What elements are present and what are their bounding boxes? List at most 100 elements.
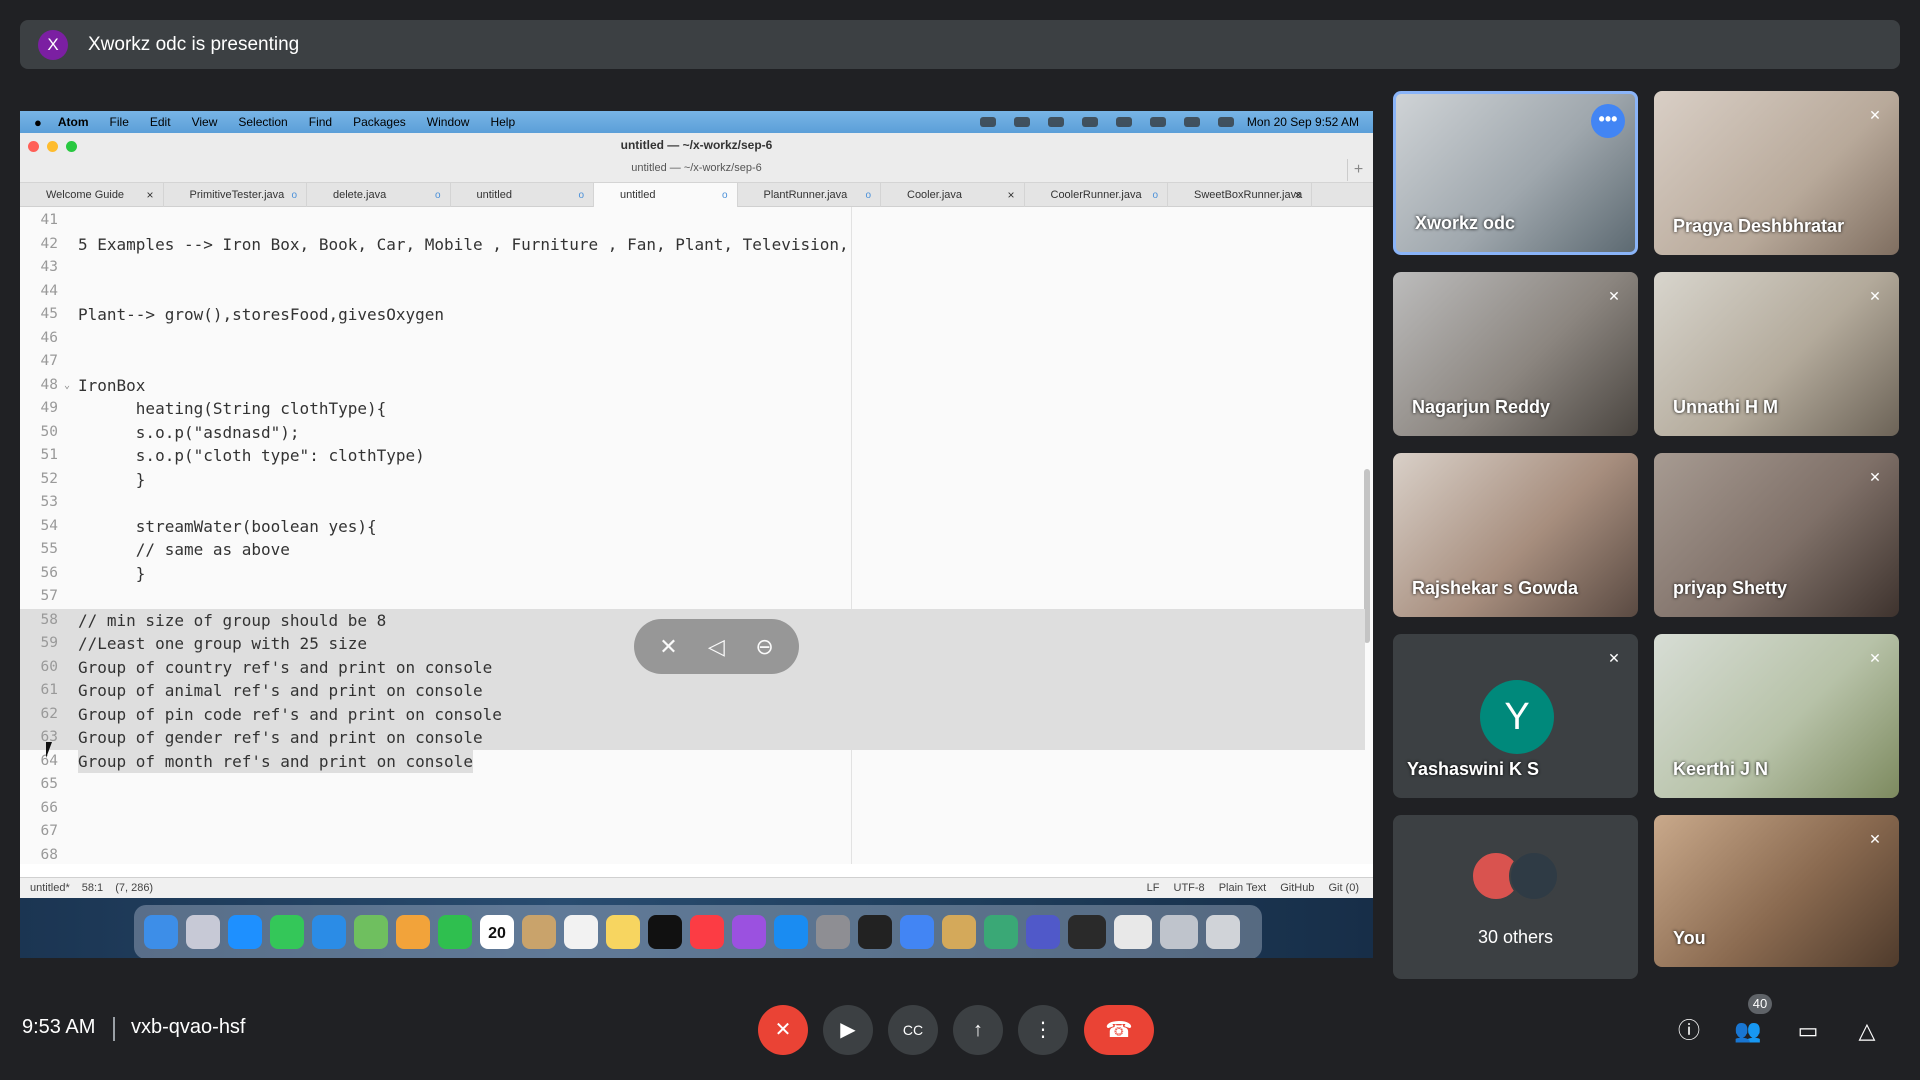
code-line: 65: [20, 773, 1365, 797]
tab-label: CoolerRunner.java: [1050, 189, 1142, 201]
people-icon[interactable]: 👥: [1731, 1014, 1765, 1048]
line-number: 61: [40, 682, 58, 698]
others-tile[interactable]: 30 others: [1393, 815, 1638, 979]
status-grammar: Plain Text: [1218, 882, 1267, 894]
line-number: 43: [40, 259, 58, 275]
self-tile[interactable]: ✕ You: [1654, 815, 1899, 967]
code-line: 67: [20, 820, 1365, 844]
captions-button[interactable]: CC: [888, 1005, 938, 1055]
camera-button[interactable]: ▶: [823, 1005, 873, 1055]
menubar-clock: Mon 20 Sep 9:52 AM: [1246, 115, 1359, 129]
meeting-info-icon[interactable]: ⓘ: [1672, 1014, 1706, 1048]
mute-sound-icon[interactable]: ◁: [708, 634, 725, 660]
mic-off-button[interactable]: ✕: [758, 1005, 808, 1055]
code-line: 44: [20, 280, 1365, 304]
participant-tile[interactable]: Rajshekar s Gowda: [1393, 453, 1638, 617]
code-line: 51 s.o.p("cloth type": clothType): [20, 444, 1365, 468]
present-button[interactable]: ↑: [953, 1005, 1003, 1055]
record-icon: [1047, 117, 1064, 127]
window-thumb-icon: [1068, 915, 1106, 949]
messages-icon: [270, 915, 304, 949]
participant-tile[interactable]: ✕ Keerthi J N: [1654, 634, 1899, 798]
contacts-icon: [522, 915, 556, 949]
screen-share-controls[interactable]: ✕ ◁ ⊖: [634, 619, 799, 674]
presenting-banner: X Xworkz odc is presenting: [20, 20, 1900, 69]
facetime-icon: [438, 915, 472, 949]
window-title: untitled — ~/x-workz/sep-6: [620, 138, 773, 152]
editor-tab: SweetBoxRunner.java ×: [1168, 183, 1312, 207]
status-encoding: UTF-8: [1173, 882, 1205, 894]
others-count: 30 others: [1477, 927, 1554, 947]
tab-label: PlantRunner.java: [763, 189, 848, 201]
line-number: 63: [40, 729, 58, 745]
podcasts-icon: [732, 915, 766, 949]
tab-label: delete.java: [333, 189, 387, 201]
close-icon: ×: [1007, 188, 1015, 202]
participant-tile[interactable]: ✕ Unnathi H M: [1654, 272, 1899, 436]
code-editor: 41 42 5 Examples --> Iron Box, Book, Car, …: [20, 207, 1373, 864]
meeting-time: 9:53 AM: [22, 1016, 96, 1038]
editor-tab: untitled o: [451, 183, 594, 207]
maps-icon: [354, 915, 388, 949]
code-line: 50 s.o.p("asdnasd");: [20, 421, 1365, 445]
people-count-badge: 40: [1748, 994, 1772, 1014]
more-options-button[interactable]: ⋮: [1018, 1005, 1068, 1055]
line-number: 42: [40, 235, 58, 252]
mac-dock: 20: [134, 905, 1262, 958]
code-text: Group of country ref's and print on cons…: [78, 657, 493, 677]
mic-off-icon: ✕: [1608, 288, 1620, 304]
code-text: Group of gender ref's and print on conso…: [78, 728, 483, 747]
settings-icon: [816, 915, 850, 949]
mic-off-icon: ✕: [1869, 107, 1881, 123]
participant-tile[interactable]: ✕ Y Yashaswini K S: [1393, 634, 1638, 798]
participant-name: Rajshekar s Gowda: [1412, 578, 1579, 598]
participant-tile[interactable]: ✕ Pragya Deshbhratar: [1654, 91, 1899, 255]
code-text: heating(String clothType){: [78, 399, 387, 418]
flag-icon: [1013, 117, 1030, 127]
participant-tile[interactable]: ✕ priyap Shetty: [1654, 453, 1899, 617]
pin-off-icon[interactable]: ✕: [659, 634, 677, 660]
minimize-share-icon[interactable]: ⊖: [755, 634, 773, 660]
window-thumb-icon: [1160, 915, 1198, 949]
close-icon: ×: [146, 188, 154, 202]
code-text: Group of month ref's and print on consol…: [78, 749, 473, 773]
line-number: 56: [40, 564, 58, 581]
menu-item: Window: [426, 115, 470, 129]
tab-label: Welcome Guide: [46, 189, 125, 201]
code-text: // same as above: [78, 540, 290, 559]
menu-app-name: Atom: [57, 115, 89, 129]
code-text: Group of pin code ref's and print on con…: [78, 704, 502, 724]
code-line: 49 heating(String clothType){: [20, 397, 1365, 421]
mic-off-icon: ✕: [1869, 469, 1881, 485]
terminal-icon: [858, 915, 892, 949]
fold-chevron-icon: ⌄: [64, 379, 71, 391]
more-options-icon[interactable]: •••: [1591, 104, 1625, 138]
code-line: 62 Group of pin code ref's and print on c…: [20, 702, 1365, 726]
line-number: 41: [40, 212, 58, 228]
chat-icon[interactable]: ▭: [1791, 1014, 1825, 1048]
mic-off-icon: ✕: [1869, 288, 1881, 304]
line-number: 55: [40, 541, 58, 557]
line-number: 44: [40, 282, 58, 299]
code-line: 45 Plant--> grow(),storesFood,givesOxygen: [20, 303, 1365, 327]
trash-icon: [1206, 915, 1240, 949]
participant-tile[interactable]: ••• Xworkz odc: [1393, 91, 1638, 255]
end-call-button[interactable]: ☎: [1084, 1005, 1154, 1055]
menu-item: File: [109, 115, 129, 129]
tab-label: untitled: [620, 189, 656, 201]
code-line: 55 // same as above: [20, 538, 1365, 562]
finder-icon: [144, 915, 178, 949]
modified-icon: o: [865, 189, 871, 201]
participant-tile[interactable]: ✕ Nagarjun Reddy: [1393, 272, 1638, 436]
activities-icon[interactable]: △: [1850, 1014, 1884, 1048]
editor-tabs: Welcome Guide × PrimitiveTester.java o del…: [20, 183, 1373, 207]
code-line: 47: [20, 350, 1365, 374]
siri-icon: [1217, 117, 1234, 127]
cloud-icon: [979, 117, 996, 127]
modified-icon: o: [291, 189, 297, 201]
close-icon: ×: [1294, 188, 1302, 202]
code-text: }: [78, 563, 146, 583]
tab-label: untitled: [476, 189, 512, 201]
divider: [113, 1017, 115, 1041]
app-store-icon: [774, 915, 808, 949]
